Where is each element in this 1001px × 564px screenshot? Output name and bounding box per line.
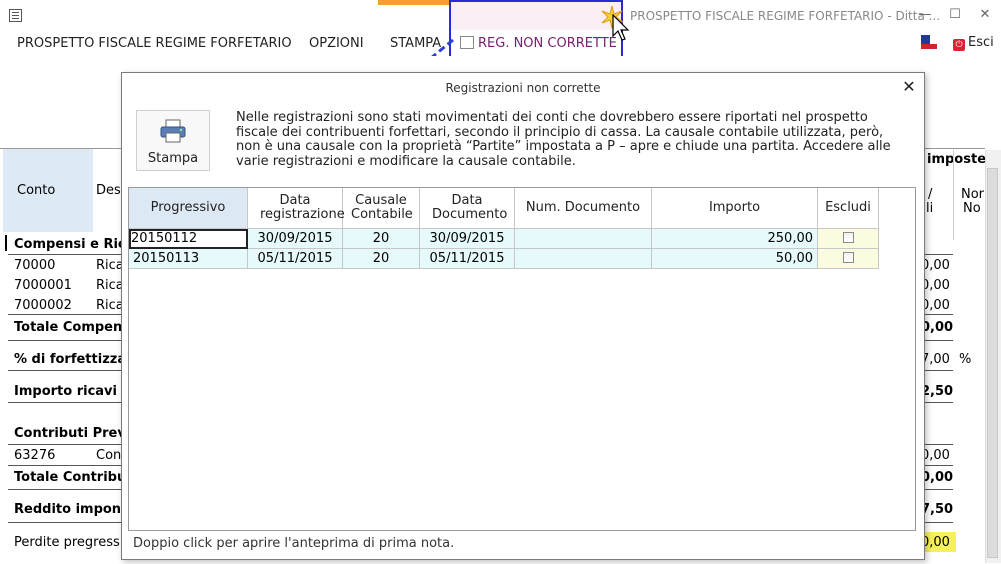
registrazioni-dialog: Registrazioni non corrette ✕ Stampa Nell…: [121, 72, 925, 560]
col-label: Causale Contabile: [351, 193, 413, 222]
row-code: 63276: [14, 448, 56, 463]
power-icon: ⏻: [953, 39, 965, 51]
registrations-grid: Progressivo Data registrazione Causale C…: [128, 187, 916, 531]
dialog-close-button[interactable]: ✕: [898, 76, 920, 98]
col-num-documento[interactable]: Num. Documento: [514, 188, 652, 229]
col-label: Progressivo: [150, 200, 226, 215]
cell-num-documento[interactable]: [514, 248, 652, 269]
row-desc: Rica: [96, 258, 124, 273]
total-compensi: Totale Compensi: [14, 320, 135, 335]
maximize-button[interactable]: ☐: [944, 6, 966, 24]
column-divider: [953, 150, 954, 240]
escludi-checkbox[interactable]: [842, 232, 854, 243]
total-contributi: Totale Contribut: [14, 470, 133, 485]
section-contributi: Contributi Previ: [14, 426, 131, 441]
col-data-documento[interactable]: Data Documento: [419, 188, 515, 229]
close-window-button[interactable]: ✕: [974, 6, 996, 24]
header-col-a: /: [928, 187, 933, 202]
forfettizzazione-label: % di forfettizzazi: [14, 352, 139, 367]
total-contributi-value: 0,00: [921, 470, 954, 485]
row-value: 0,00: [921, 298, 950, 313]
mouse-cursor-icon: [612, 14, 630, 41]
col-escludi[interactable]: Escludi: [817, 188, 879, 229]
row-code: 70000: [14, 258, 56, 273]
app-icon[interactable]: [9, 9, 22, 22]
col-data-registrazione[interactable]: Data registrazione: [247, 188, 345, 229]
cell-causale[interactable]: 20: [342, 228, 420, 249]
reddito-value: 7,50: [921, 502, 954, 517]
col-importo[interactable]: Importo: [651, 188, 818, 229]
perdite-value: 0,00: [921, 535, 950, 550]
menu-opzioni[interactable]: OPZIONI: [309, 36, 364, 51]
cell-data-registrazione[interactable]: 30/09/2015: [247, 228, 343, 249]
row-code: 7000001: [14, 278, 72, 293]
percent-unit: %: [959, 352, 972, 367]
header-conto-label: Conto: [17, 183, 56, 198]
cell-progressivo[interactable]: 20150113: [129, 248, 248, 269]
minimize-button[interactable]: —: [914, 6, 936, 24]
menu-prospetto[interactable]: PROSPETTO FISCALE REGIME FORFETARIO: [17, 36, 292, 51]
section-compensi: Compensi e Rica: [14, 237, 135, 252]
row-value: 0,00: [921, 448, 950, 463]
col-label: Data Documento: [432, 193, 508, 222]
language-flag-icon[interactable]: [921, 35, 937, 49]
header-col-b: Nor: [961, 187, 985, 202]
cell-num-documento[interactable]: [514, 228, 652, 249]
cell-data-documento[interactable]: 05/11/2015: [419, 248, 515, 269]
col-progressivo[interactable]: Progressivo: [129, 188, 248, 229]
dialog-footer-hint: Doppio click per aprire l'anteprima di p…: [133, 536, 455, 551]
printer-icon: [160, 119, 186, 143]
table-row[interactable]: 20150113 05/11/2015 20 05/11/2015 50,00: [129, 248, 879, 269]
header-col-a2: li: [926, 201, 934, 216]
cell-importo[interactable]: 250,00: [651, 228, 818, 249]
exit-label: Esci: [968, 35, 994, 50]
cell-escludi[interactable]: [817, 248, 879, 269]
cell-escludi[interactable]: [817, 228, 879, 249]
row-code: 7000002: [14, 298, 72, 313]
reddito-label: Reddito imponib: [14, 502, 135, 517]
exit-button[interactable]: ⏻ Esci: [953, 35, 994, 51]
cell-causale[interactable]: 20: [342, 248, 420, 269]
forfettizzazione-value: 7,00: [921, 352, 950, 367]
importo-ricavi-label: Importo ricavi fo: [14, 384, 137, 399]
table-header-row: Progressivo Data registrazione Causale C…: [129, 188, 879, 229]
col-label: Importo: [708, 200, 761, 215]
col-label: Escludi: [825, 200, 871, 215]
print-button-label: Stampa: [147, 151, 199, 166]
header-imposte-label: imposte: [927, 152, 987, 167]
total-compensi-value: 0,00: [921, 320, 954, 335]
col-label: Num. Documento: [525, 200, 641, 215]
cell-data-documento[interactable]: 30/09/2015: [419, 228, 515, 249]
current-row-marker: [5, 235, 13, 251]
table-row[interactable]: 20150112 30/09/2015 20 30/09/2015 250,00: [129, 228, 879, 249]
row-value: 0,00: [921, 258, 950, 273]
row-desc: Con: [96, 448, 122, 463]
dialog-title: Registrazioni non corrette: [445, 81, 601, 95]
col-label: Data registrazione: [260, 193, 345, 222]
cell-data-registrazione[interactable]: 05/11/2015: [247, 248, 343, 269]
escludi-checkbox[interactable]: [842, 252, 854, 263]
header-col-b2: No: [963, 201, 981, 216]
callout-highlight-box: [449, 0, 623, 62]
registrations-table: Progressivo Data registrazione Causale C…: [129, 188, 879, 269]
stampa-tab-accent: [378, 0, 450, 5]
window-title: PROSPETTO FISCALE REGIME FORFETARIO - Di…: [630, 9, 941, 23]
importo-ricavi-value: 2,50: [921, 384, 954, 399]
row-desc: Rica: [96, 278, 124, 293]
cell-progressivo[interactable]: 20150112: [129, 228, 248, 249]
cell-importo[interactable]: 50,00: [651, 248, 818, 269]
row-value: 0,00: [921, 278, 950, 293]
perdite-label: Perdite pregress: [14, 535, 120, 550]
col-causale[interactable]: Causale Contabile: [342, 188, 420, 229]
row-desc: Rica: [96, 298, 124, 313]
scrollbar-thumb[interactable]: [987, 168, 998, 558]
print-button[interactable]: Stampa: [136, 110, 210, 171]
dialog-message: Nelle registrazioni sono stati movimenta…: [236, 110, 891, 169]
